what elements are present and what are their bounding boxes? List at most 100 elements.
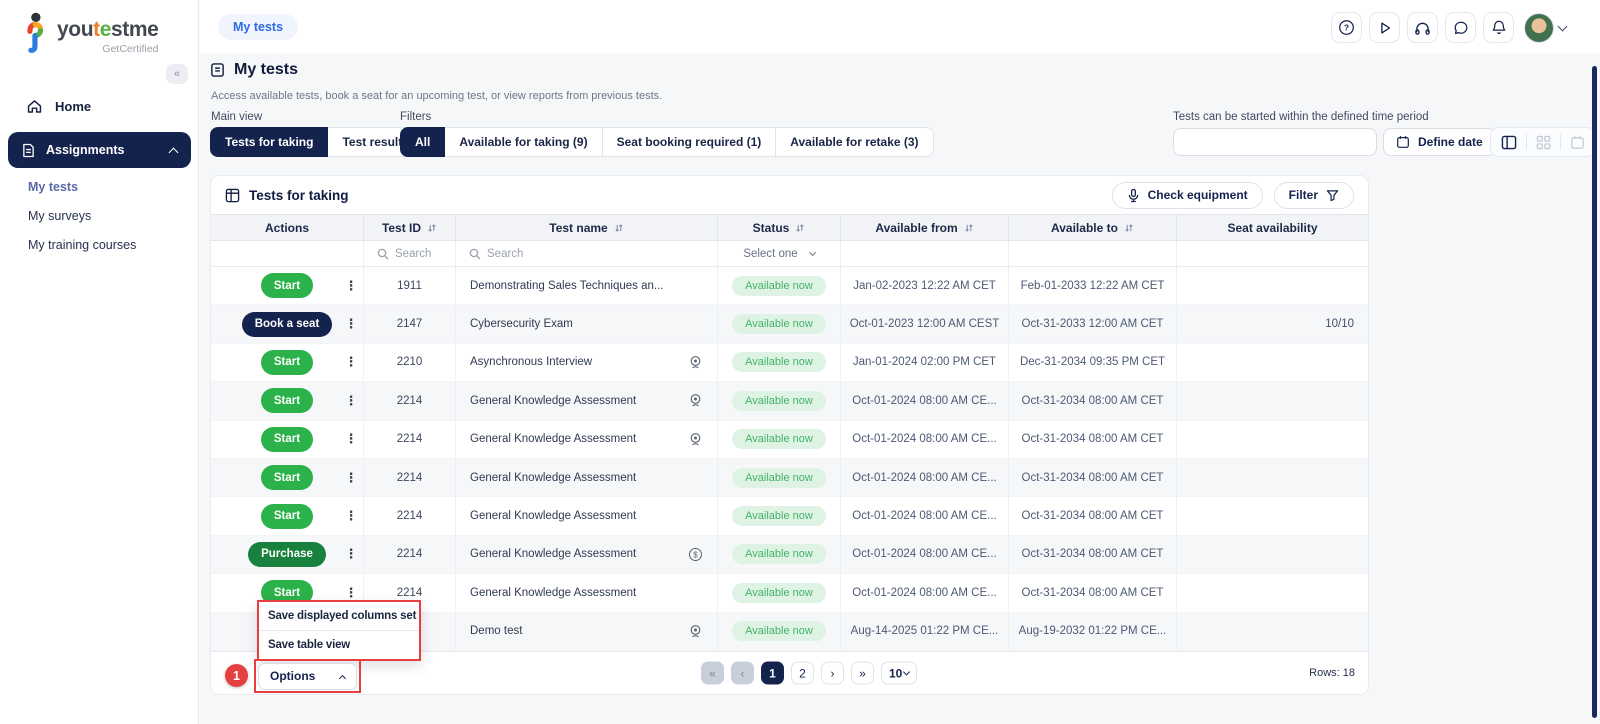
sidebar-subitem-my-tests[interactable]: My tests [28,180,136,194]
test-id-cell: 2210 [364,343,456,382]
tour-button[interactable] [1369,12,1400,43]
search-input-test-name[interactable]: Search [456,241,718,266]
calendar-view-button[interactable] [1570,135,1585,150]
user-menu[interactable] [1524,12,1568,43]
row-menu-icon[interactable]: ⋮ [344,585,358,601]
start-button[interactable]: Start [260,503,314,529]
test-id-cell: 2214 [364,420,456,458]
pagination-page-1[interactable]: 1 [761,661,784,685]
sidebar-collapse-button[interactable]: « [166,64,188,84]
table-icon [225,188,240,202]
pagination-first-button[interactable]: « [701,661,724,685]
status-badge: Available now [732,314,826,335]
test-name: General Knowledge Assessment [470,433,637,446]
webcam-icon [688,355,703,370]
filter-tab-seat-booking-required-1[interactable]: Seat booking required (1) [602,127,777,157]
start-button[interactable]: Start [260,426,314,452]
main-view-tab-tests-for-taking[interactable]: Tests for taking [210,127,329,157]
column-label: Actions [264,220,309,235]
help-button[interactable]: ? [1331,12,1362,43]
column-header-test-name[interactable]: Test name [456,215,718,240]
seat-availability-cell [1177,421,1368,458]
row-menu-icon[interactable]: ⋮ [344,508,358,524]
test-name-cell: General Knowledge Assessment [456,574,718,612]
page-size-select[interactable]: 10 [881,661,918,685]
test-name-cell: Cybersecurity Exam [456,305,718,343]
start-button[interactable]: Start [260,273,314,299]
messages-button[interactable] [1445,12,1476,43]
start-button[interactable]: Start [260,465,314,491]
page-size-value: 10 [889,666,903,680]
pagination-next-button[interactable]: › [821,661,844,685]
column-header-status[interactable]: Status [718,215,841,240]
page-title: My tests [210,61,298,79]
test-name-cell: General Knowledge Assessment [456,458,718,497]
status-cell: Available now [718,458,841,497]
sidebar-item-assignments[interactable]: Assignments [8,132,191,168]
pagination-prev-button[interactable]: ‹ [731,661,754,685]
sort-icon[interactable] [964,223,974,233]
sidebar-subitem-my-surveys[interactable]: My surveys [28,209,136,223]
status-select-label: Select one [743,247,798,260]
breadcrumb[interactable]: My tests [218,14,299,40]
help-icon: ? [1339,20,1354,35]
notifications-button[interactable] [1483,12,1514,43]
row-menu-icon[interactable]: ⋮ [344,393,358,409]
row-menu-icon[interactable]: ⋮ [344,431,358,447]
pagination-page-2[interactable]: 2 [791,661,814,685]
sort-icon[interactable] [427,223,437,233]
menu-item-save-table-view[interactable]: Save table view [259,631,419,659]
column-header-test-id[interactable]: Test ID [364,215,456,240]
sort-icon[interactable] [1124,223,1134,233]
start-button[interactable]: Start [260,349,314,375]
status-cell: Available now [718,612,841,650]
book-a-seat-button[interactable]: Book a seat [241,311,333,337]
actions-cell: Start ⋮ [211,343,364,382]
column-header-available-from[interactable]: Available from [841,215,1009,240]
row-menu-icon[interactable]: ⋮ [344,278,358,294]
vertical-scrollbar[interactable] [1592,66,1597,718]
brand-tagline: GetCertified [102,43,159,55]
available-from-cell: Oct-01-2024 08:00 AM CE... [841,382,1009,420]
seat-availability-cell [1177,459,1368,496]
purchase-button[interactable]: Purchase [248,541,326,567]
grid-view-button[interactable] [1536,135,1551,150]
sidebar-item-home[interactable]: Home [26,98,91,115]
menu-item-save-displayed-columns-set[interactable]: Save displayed columns set [259,602,419,630]
available-to-cell: Oct-31-2034 08:00 AM CET [1009,574,1177,612]
avatar[interactable] [1524,12,1554,43]
search-input-test-id[interactable]: Search [364,241,456,266]
table-row: Start ⋮ 2214 General Knowledge Assessment Av… [211,420,1368,459]
support-button[interactable] [1407,12,1438,43]
test-id-cell: 1911 [364,267,456,305]
start-button[interactable]: Start [260,388,314,414]
date-range-input[interactable] [1173,128,1377,156]
chevron-down-icon [1557,21,1568,31]
test-id-cell: 2214 [364,458,456,497]
test-name: General Knowledge Assessment [470,394,637,407]
row-menu-icon[interactable]: ⋮ [344,470,358,486]
table-view-button[interactable] [1501,135,1517,150]
status-select[interactable]: Select one [718,241,841,266]
svg-text:$: $ [693,550,698,559]
sort-icon[interactable] [795,223,805,233]
sort-icon[interactable] [614,223,624,233]
brand-logo: youtestme GetCertified [18,12,159,55]
sidebar-subitem-my-training-courses[interactable]: My training courses [28,238,136,252]
row-menu-icon[interactable]: ⋮ [344,546,358,562]
define-date-button[interactable]: Define date [1383,128,1496,156]
filter-tab-available-for-retake-3[interactable]: Available for retake (3) [776,127,934,157]
options-button[interactable]: Options [258,662,357,690]
column-header-available-to[interactable]: Available to [1009,215,1177,240]
filter-tab-all[interactable]: All [400,127,446,157]
actions-cell: Purchase ⋮ [211,535,364,574]
check-equipment-button[interactable]: Check equipment [1111,181,1263,209]
filter-tab-available-for-taking-9[interactable]: Available for taking (9) [445,127,603,157]
row-menu-icon[interactable]: ⋮ [344,354,358,370]
headphones-icon [1415,22,1430,35]
main-view-label: Main view [211,111,263,123]
pagination-last-button[interactable]: » [851,661,874,685]
annotation-step-badge: 1 [225,664,248,687]
filter-button[interactable]: Filter [1273,181,1354,209]
row-menu-icon[interactable]: ⋮ [344,316,358,332]
